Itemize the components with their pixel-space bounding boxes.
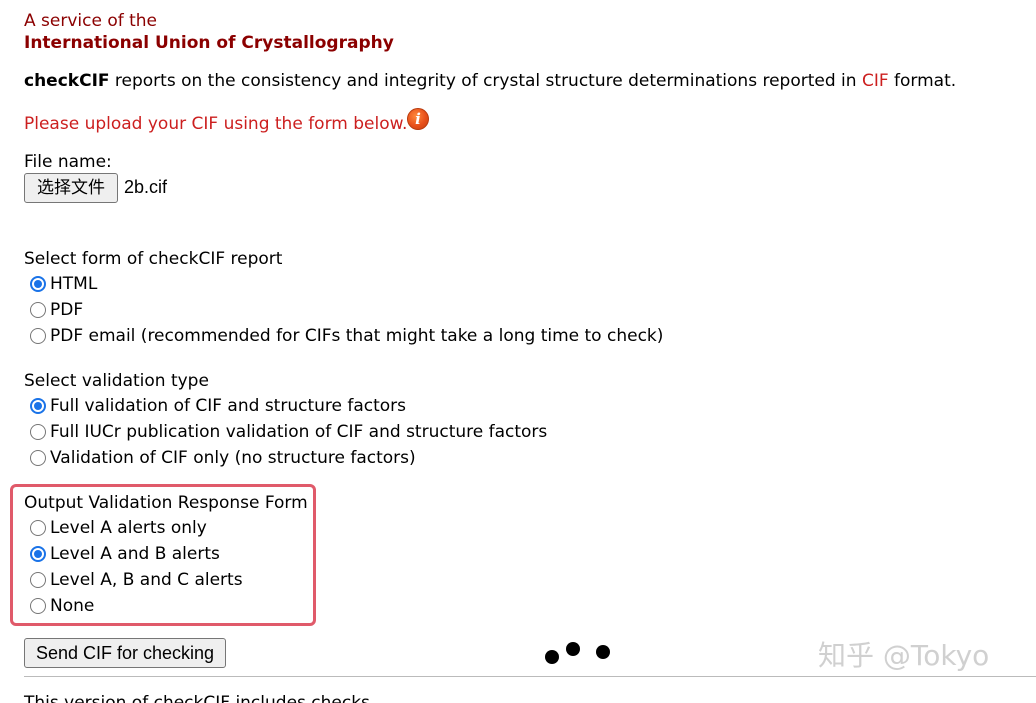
radio-label: Full IUCr publication validation of CIF … <box>50 422 548 442</box>
validation-type-group: Select validation type Full validation o… <box>24 370 547 471</box>
radio-label: PDF email (recommended for CIFs that mig… <box>50 326 664 346</box>
info-icon[interactable]: i <box>407 108 429 130</box>
radio-iucr-validation[interactable] <box>30 424 46 440</box>
radio-option-iucr-validation[interactable]: Full IUCr publication validation of CIF … <box>24 419 547 445</box>
radio-option-level-abc[interactable]: Level A, B and C alerts <box>24 567 308 593</box>
report-form-group: Select form of checkCIF report HTML PDF … <box>24 248 663 349</box>
validation-type-title: Select validation type <box>24 371 209 391</box>
radio-label: PDF <box>50 300 84 320</box>
choose-file-button[interactable]: 选择文件 <box>24 173 118 203</box>
loading-dot <box>596 645 610 659</box>
radio-option-level-ab[interactable]: Level A and B alerts <box>24 541 308 567</box>
radio-level-ab[interactable] <box>30 546 46 562</box>
report-form-title: Select form of checkCIF report <box>24 249 283 269</box>
divider <box>24 676 1036 677</box>
loading-dot <box>566 642 580 656</box>
radio-label: Validation of CIF only (no structure fac… <box>50 448 416 468</box>
radio-none[interactable] <box>30 598 46 614</box>
service-line: A service of the <box>24 11 158 31</box>
radio-label: Full validation of CIF and structure fac… <box>50 396 407 416</box>
radio-option-pdf-email[interactable]: PDF email (recommended for CIFs that mig… <box>24 323 663 349</box>
chosen-file-name: 2b.cif <box>124 177 168 197</box>
radio-option-level-a[interactable]: Level A alerts only <box>24 515 308 541</box>
send-cif-button[interactable]: Send CIF for checking <box>24 638 226 668</box>
radio-option-full-validation[interactable]: Full validation of CIF and structure fac… <box>24 393 547 419</box>
response-form-group: Output Validation Response Form Level A … <box>24 492 308 619</box>
radio-level-abc[interactable] <box>30 572 46 588</box>
radio-label: Level A and B alerts <box>50 544 220 564</box>
radio-full-validation[interactable] <box>30 398 46 414</box>
cif-link[interactable]: CIF <box>862 71 889 91</box>
radio-label: Level A alerts only <box>50 518 207 538</box>
intro-text-after: format. <box>888 71 957 91</box>
radio-option-none[interactable]: None <box>24 593 308 619</box>
intro-text-before: reports on the consistency and integrity… <box>109 71 862 91</box>
response-form-title: Output Validation Response Form <box>24 493 308 513</box>
radio-level-a[interactable] <box>30 520 46 536</box>
radio-cif-only[interactable] <box>30 450 46 466</box>
radio-pdf[interactable] <box>30 302 46 318</box>
radio-option-html[interactable]: HTML <box>24 271 663 297</box>
radio-html[interactable] <box>30 276 46 292</box>
watermark: 知乎 @Tokyo <box>818 639 990 672</box>
product-name: checkCIF <box>24 71 110 91</box>
radio-option-pdf[interactable]: PDF <box>24 297 663 323</box>
footer-text: This version of checkCIF includes checks <box>24 693 370 703</box>
radio-label: Level A, B and C alerts <box>50 570 243 590</box>
intro-paragraph: checkCIF reports on the consistency and … <box>24 70 956 92</box>
upload-message: Please upload your CIF using the form be… <box>24 114 408 134</box>
organization-name: International Union of Crystallography <box>24 33 394 53</box>
radio-label: None <box>50 596 95 616</box>
loading-dot <box>545 650 559 664</box>
radio-option-cif-only[interactable]: Validation of CIF only (no structure fac… <box>24 445 547 471</box>
radio-label: HTML <box>50 274 98 294</box>
radio-pdf-email[interactable] <box>30 328 46 344</box>
file-name-label: File name: <box>24 152 112 172</box>
